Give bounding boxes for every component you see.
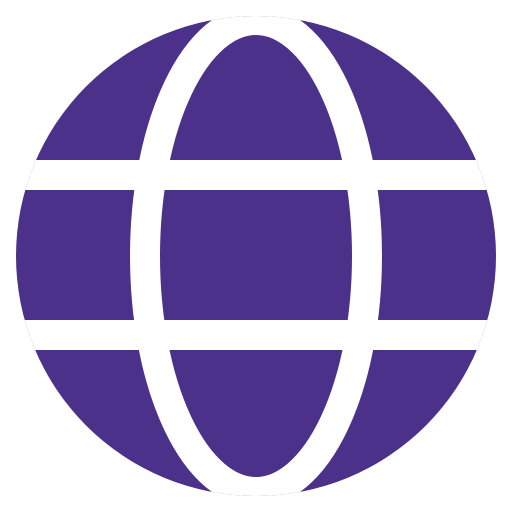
globe-icon	[16, 16, 496, 496]
globe-disc	[16, 16, 496, 496]
globe-lower-latitude	[16, 320, 496, 350]
icon-canvas	[0, 0, 512, 512]
globe-upper-latitude	[16, 160, 496, 190]
